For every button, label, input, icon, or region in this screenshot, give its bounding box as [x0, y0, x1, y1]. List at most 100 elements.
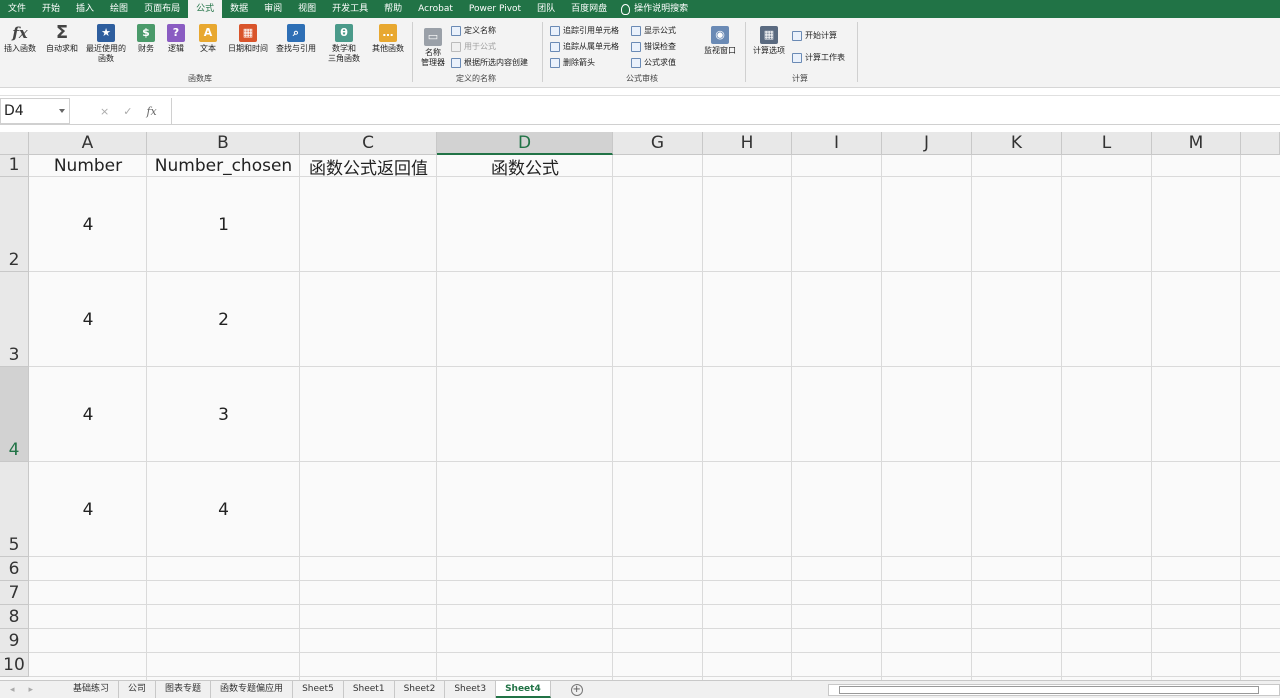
datetime-button[interactable]: ▦ 日期和时间 — [226, 24, 270, 54]
row-header-3[interactable]: 3 — [0, 272, 29, 367]
row-header-2[interactable]: 2 — [0, 177, 29, 272]
cell-a5[interactable]: 4 — [29, 490, 147, 530]
column-header-g[interactable]: G — [613, 132, 703, 155]
formula-input[interactable] — [173, 98, 1280, 124]
gridline — [29, 271, 1280, 272]
name-manager-button[interactable]: ▭ 名称 管理器 — [418, 28, 448, 68]
select-all-corner[interactable] — [0, 132, 29, 155]
text-icon: A — [199, 24, 217, 42]
column-header-j[interactable]: J — [882, 132, 972, 155]
sheet-tab[interactable]: Sheet1 — [344, 681, 395, 698]
menu-data[interactable]: 数据 — [222, 0, 256, 18]
watch-window-button[interactable]: ◉ 监视窗口 — [700, 26, 740, 56]
tell-me-search[interactable]: 操作说明搜索 — [615, 0, 696, 18]
trace-precedents-button[interactable]: 追踪引用单元格 — [550, 25, 619, 36]
row-header-5[interactable]: 5 — [0, 462, 29, 557]
column-header-b[interactable]: B — [147, 132, 300, 155]
create-from-selection-button[interactable]: 根据所选内容创建 — [451, 57, 528, 68]
column-header-k[interactable]: K — [972, 132, 1062, 155]
sheet-tab[interactable]: 基础练习 — [64, 681, 120, 698]
calc-options-button[interactable]: ▦ 计算选项 — [750, 26, 788, 56]
sheet-tab[interactable]: 图表专题 — [156, 681, 212, 698]
cell-b3[interactable]: 2 — [147, 300, 300, 340]
menu-page-layout[interactable]: 页面布局 — [136, 0, 188, 18]
gridline — [791, 155, 792, 680]
cancel-icon[interactable]: × — [100, 105, 109, 118]
chevron-down-icon[interactable] — [59, 109, 65, 113]
error-checking-button[interactable]: 错误检查 — [631, 41, 676, 52]
menu-view[interactable]: 视图 — [290, 0, 324, 18]
row-header-7[interactable]: 7 — [0, 581, 29, 605]
logical-button[interactable]: ? 逻辑 — [164, 24, 188, 54]
cell-a2[interactable]: 4 — [29, 205, 147, 245]
menu-draw[interactable]: 绘图 — [102, 0, 136, 18]
trace-dependents-button[interactable]: 追踪从属单元格 — [550, 41, 619, 52]
group-label-formula-auditing: 公式审核 — [626, 74, 658, 83]
row-header-6[interactable]: 6 — [0, 557, 29, 581]
calc-sheet-button[interactable]: 计算工作表 — [792, 52, 845, 63]
row-header-1[interactable]: 1 — [0, 155, 29, 177]
menu-file[interactable]: 文件 — [0, 0, 34, 18]
ribbon-separator — [745, 22, 746, 82]
sheet-tab[interactable]: 公司 — [119, 681, 157, 698]
menu-team[interactable]: 团队 — [529, 0, 563, 18]
menu-help[interactable]: 帮助 — [376, 0, 410, 18]
column-header-a[interactable]: A — [29, 132, 147, 155]
column-header-d[interactable]: D — [437, 132, 613, 155]
row-header-4[interactable]: 4 — [0, 367, 29, 462]
sheet-tab[interactable]: Sheet2 — [395, 681, 446, 698]
show-formulas-button[interactable]: 显示公式 — [631, 25, 676, 36]
remove-arrows-button[interactable]: 删除箭头 — [550, 57, 595, 68]
horizontal-scrollbar[interactable] — [828, 684, 1280, 696]
add-sheet-icon[interactable]: + — [570, 683, 583, 696]
cell-b1[interactable]: Number_chosen — [147, 155, 300, 177]
math-trig-button[interactable]: θ 数学和 三角函数 — [322, 24, 366, 64]
insert-function-button[interactable]: fx 插入函数 — [2, 24, 38, 54]
use-in-formula-button[interactable]: 用于公式 — [451, 41, 496, 52]
financial-button[interactable]: $ 财务 — [134, 24, 158, 54]
sheet-tab[interactable]: Sheet5 — [293, 681, 344, 698]
column-header-c[interactable]: C — [300, 132, 437, 155]
cell-d1[interactable]: 函数公式 — [437, 155, 613, 179]
sheet-tab[interactable]: Sheet3 — [445, 681, 497, 698]
cell-a1[interactable]: Number — [29, 155, 147, 177]
name-box[interactable]: D4 — [0, 98, 70, 124]
cell-b4[interactable]: 3 — [147, 395, 300, 435]
column-header-m[interactable]: M — [1152, 132, 1241, 155]
evaluate-formula-button[interactable]: 公式求值 — [631, 57, 676, 68]
use-in-formula-label: 用于公式 — [464, 42, 496, 51]
menu-developer[interactable]: 开发工具 — [324, 0, 376, 18]
chevron-right-icon[interactable]: ▸ — [29, 685, 34, 695]
autosum-button[interactable]: Σ 自动求和 — [44, 24, 80, 54]
chevron-left-icon[interactable]: ◂ — [10, 685, 15, 695]
lookup-button[interactable]: ⌕ 查找与引用 — [274, 24, 318, 54]
cell-b5[interactable]: 4 — [147, 490, 300, 530]
calc-now-button[interactable]: 开始计算 — [792, 30, 837, 41]
menu-insert[interactable]: 插入 — [68, 0, 102, 18]
menu-formulas[interactable]: 公式 — [188, 0, 223, 18]
column-header-i[interactable]: I — [792, 132, 882, 155]
cell-a3[interactable]: 4 — [29, 300, 147, 340]
recent-functions-button[interactable]: ★ 最近使用的 函数 — [84, 24, 128, 64]
menu-baidu-netdisk[interactable]: 百度网盘 — [563, 0, 615, 18]
cell-c1[interactable]: 函数公式返回值 — [300, 155, 437, 179]
menu-power-pivot[interactable]: Power Pivot — [461, 0, 529, 18]
enter-icon[interactable]: ✓ — [123, 105, 132, 118]
sheet-tab[interactable]: 函数专题偏应用 — [211, 681, 294, 698]
row-header-8[interactable]: 8 — [0, 605, 29, 629]
more-functions-button[interactable]: … 其他函数 — [368, 24, 408, 54]
menu-acrobat[interactable]: Acrobat — [410, 0, 461, 18]
row-header-10[interactable]: 10 — [0, 653, 29, 677]
text-button[interactable]: A 文本 — [196, 24, 220, 54]
column-header-h[interactable]: H — [703, 132, 792, 155]
row-header-9[interactable]: 9 — [0, 629, 29, 653]
menu-review[interactable]: 审阅 — [256, 0, 290, 18]
cell-b2[interactable]: 1 — [147, 205, 300, 245]
sheet-tab-active[interactable]: Sheet4 — [496, 681, 551, 698]
cell-a4[interactable]: 4 — [29, 395, 147, 435]
define-name-button[interactable]: 定义名称 — [451, 25, 496, 36]
menu-home[interactable]: 开始 — [34, 0, 68, 18]
column-header-l[interactable]: L — [1062, 132, 1152, 155]
scrollbar-thumb[interactable] — [839, 686, 1259, 694]
fx-icon[interactable]: fx — [146, 105, 156, 118]
